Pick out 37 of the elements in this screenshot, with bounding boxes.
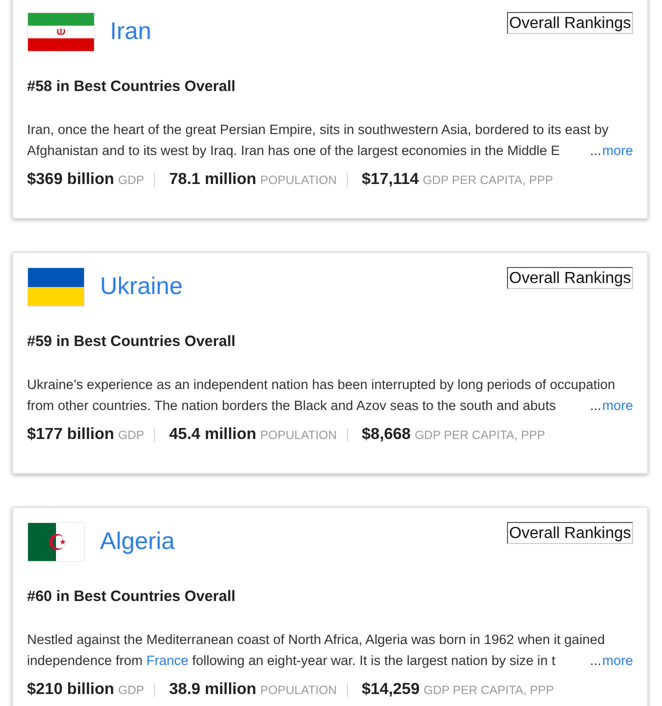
stat-label: GDP [118, 427, 144, 444]
stat-label: GDP PER CAPITA, PPP [422, 172, 553, 189]
stat-label: GDP PER CAPITA, PPP [414, 427, 545, 444]
algeria-flag-icon [27, 522, 85, 562]
overall-rankings-button[interactable]: Overall Rankings [507, 522, 633, 544]
overall-rankings-button[interactable]: Overall Rankings [507, 267, 633, 289]
rank-heading: #59 in Best Countries Overall [27, 332, 236, 352]
stat-label: GDP [118, 682, 144, 699]
more-link[interactable]: more [602, 143, 633, 158]
country-description: Ukraine’s experience as an independent nation has been interrupted by long periods of occupation from other countries. The nation borders the Black and Azov seas to the south and abuts ...more [27, 376, 633, 415]
stat-label: GDP PER CAPITA, PPP [424, 682, 554, 699]
country-name-link[interactable]: Iran [110, 17, 152, 47]
inline-link[interactable]: France [146, 653, 188, 668]
stat-value: 38.9 million [169, 680, 256, 700]
country-description: Nestled against the Mediterranean coast of North Africa, Algeria was born in 1962 when it gained independence from France following an eight-year war. It is the largest nation by size in t ...more [27, 631, 633, 670]
stat-label: POPULATION [260, 682, 337, 699]
stat-value: $369 billion [27, 170, 114, 190]
stat-value: $8,668 [362, 425, 411, 445]
stat-value: 45.4 million [169, 425, 256, 445]
iran-flag-icon [27, 12, 95, 52]
stat-value: $210 billion [27, 680, 114, 700]
overall-rankings-button[interactable]: Overall Rankings [507, 12, 633, 34]
country-description: Iran, once the heart of the great Persian Empire, sits in southwestern Asia, bordered to its east by Afghanistan and to its west by Iraq. Iran has one of the largest economies in the Middle E ...more [27, 121, 633, 160]
stat-value: $177 billion [27, 425, 114, 445]
stat-label: POPULATION [260, 172, 337, 189]
more-link[interactable]: more [602, 653, 633, 668]
rank-heading: #60 in Best Countries Overall [27, 587, 236, 607]
country-name-link[interactable]: Ukraine [100, 272, 183, 302]
stat-label: GDP [118, 172, 144, 189]
ukraine-flag-icon [27, 267, 85, 307]
country-name-link[interactable]: Algeria [100, 527, 175, 557]
stat-value: 78.1 million [169, 170, 256, 190]
more-link[interactable]: more [602, 398, 633, 413]
stat-label: POPULATION [260, 427, 337, 444]
stat-value: $14,259 [362, 680, 420, 700]
rank-heading: #58 in Best Countries Overall [27, 77, 236, 97]
stat-value: $17,114 [362, 170, 419, 190]
